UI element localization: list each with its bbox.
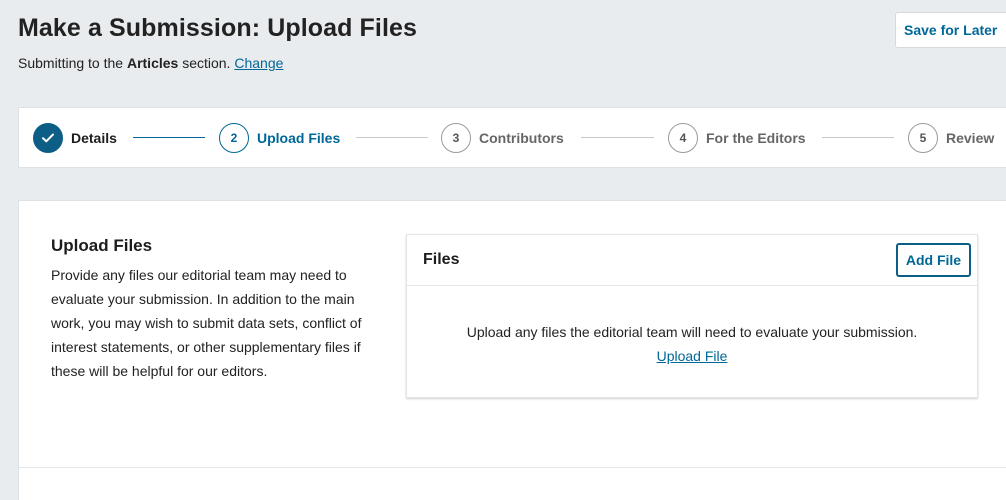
step-label: Contributors: [479, 130, 564, 146]
step-review[interactable]: 5 Review: [908, 122, 994, 154]
step-upload-files[interactable]: 2 Upload Files: [219, 122, 340, 154]
save-for-later-button[interactable]: Save for Later: [895, 12, 1006, 48]
step-label: Upload Files: [257, 130, 341, 146]
upload-files-card: Upload Files Provide any files our edito…: [18, 200, 1006, 500]
change-section-link[interactable]: Change: [234, 55, 283, 71]
step-details[interactable]: Details: [33, 122, 117, 154]
step-connector: [356, 137, 428, 138]
files-empty-state: Upload any files the editorial team will…: [407, 286, 977, 368]
step-number: 4: [668, 123, 698, 153]
step-label: For the Editors: [706, 130, 806, 146]
submission-steps: Details 2 Upload Files 3 Contributors 4 …: [18, 107, 1006, 168]
step-contributors[interactable]: 3 Contributors: [441, 122, 564, 154]
subtitle-prefix: Submitting to the: [18, 55, 127, 71]
submission-page: Make a Submission: Upload Files Submitti…: [0, 0, 1006, 500]
submission-section-line: Submitting to the Articles section. Chan…: [18, 55, 283, 71]
files-panel-header: Files Add File: [407, 235, 977, 286]
section-heading: Upload Files: [51, 236, 153, 255]
section-description: Provide any files our editorial team may…: [51, 267, 362, 379]
empty-message: Upload any files the editorial team will…: [466, 324, 918, 340]
step-connector: [822, 137, 894, 138]
step-for-the-editors[interactable]: 4 For the Editors: [668, 122, 806, 154]
step-label: Review: [946, 130, 995, 146]
step-number: 5: [908, 123, 938, 153]
step-number: 3: [441, 123, 471, 153]
step-label: Details: [71, 130, 117, 146]
subtitle-suffix: section.: [178, 55, 231, 71]
upload-file-link[interactable]: Upload File: [657, 344, 728, 368]
page-title: Make a Submission: Upload Files: [18, 14, 418, 42]
step-number: 2: [219, 123, 249, 153]
card-divider: [19, 467, 1006, 468]
step-connector: [133, 137, 205, 138]
section-name: Articles: [126, 55, 179, 71]
add-file-button[interactable]: Add File: [896, 243, 971, 277]
step-connector: [581, 137, 654, 138]
files-panel-title: Files: [423, 251, 460, 268]
files-panel: Files Add File Upload any files the edit…: [406, 234, 978, 398]
check-icon: [33, 123, 63, 153]
